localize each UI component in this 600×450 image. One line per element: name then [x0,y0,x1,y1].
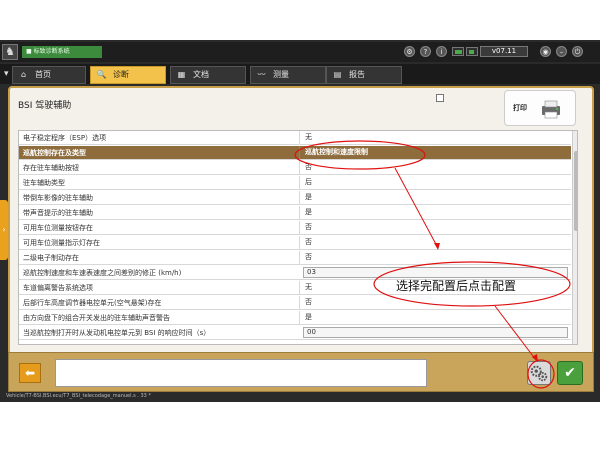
status-path: Vehicle/T7-BSI.BSI.ecu/T7_BSI_telecodage… [6,393,151,399]
back-button[interactable]: ⬅ [19,363,41,383]
home-icon: ⌂ [20,70,27,79]
tab-home[interactable]: ⌂ 首页 [12,66,86,84]
table-row[interactable]: 带声音提示的驻车辅助 是 [19,206,571,220]
diagnosis-icon: 🔍 [96,70,107,79]
scrollbar-thumb[interactable] [574,151,577,231]
param-value: 否 [299,161,571,174]
tab-report[interactable]: ▤ 报告 [326,66,402,84]
print-button[interactable]: 打印 [504,90,576,126]
param-label: 驻车辅助类型 [23,179,65,187]
param-label: 后部行车高度调节器电控单元(空气悬架)存在 [23,299,162,307]
param-label: 带倒车影像的驻车辅助 [23,194,93,202]
param-label: 电子稳定程序（ESP）选项 [23,134,107,142]
lion-logo-icon: ♞ [2,44,18,60]
param-label: 巡航控制存在及类型 [23,149,86,157]
param-value: 巡航控制和速度限制 [299,146,571,159]
network-icon[interactable]: ◉ [540,46,551,57]
tab-documents[interactable]: ▦ 文档 [170,66,246,84]
param-label: 存在驻车辅助按钮 [23,164,79,172]
tab-label: 诊断 [113,70,129,79]
option-checkbox[interactable] [436,94,444,102]
table-row[interactable]: 可用车位测量按钮存在 否 [19,221,571,235]
print-label: 打印 [513,104,527,112]
param-value: 后 [299,176,571,189]
table-row[interactable]: 当巡航控制打开时从发动机电控单元到 BSI 的响应时间（s） 00 [19,326,571,340]
checkmark-icon: ✔ [564,365,576,381]
status-bar: Vehicle/T7-BSI.BSI.ecu/T7_BSI_telecodage… [0,392,600,402]
power-icon[interactable]: ⏻ [572,46,583,57]
annotation-note: 选择完配置后点击配置 [396,279,517,293]
tab-measure[interactable]: 〰 测量 [250,66,326,84]
param-value: 否 [299,296,571,309]
param-value: 是 [299,206,571,219]
settings-icon[interactable]: ⚙ [404,46,415,57]
param-value: 否 [299,251,571,264]
tab-bar: ▾ ⌂ 首页 🔍 诊断 ▦ 文档 〰 测量 ▤ 报告 [0,64,600,84]
param-label: 可用车位测量按钮存在 [23,224,93,232]
help-icon[interactable]: ? [420,46,431,57]
info-icon[interactable]: i [436,46,447,57]
configure-button[interactable] [527,361,551,385]
battery-indicator [452,47,464,56]
tab-diagnosis[interactable]: 🔍 诊断 [90,66,166,84]
table-row[interactable]: 后部行车高度调节器电控单元(空气悬架)存在 否 [19,296,571,310]
app-title: ■ 标致诊断系统 [22,46,102,58]
table-row[interactable]: 二级电子制动存在 否 [19,251,571,265]
confirm-button[interactable]: ✔ [557,361,583,385]
tab-label: 首页 [35,70,51,79]
measure-icon: 〰 [257,70,266,79]
param-label: 巡航控制速度和车速表速度之间差别的修正 (km/h) [23,269,182,277]
tab-label: 文档 [193,70,209,79]
gears-icon [530,365,548,382]
param-label: 由方向盘下的组合开关发出的驻车辅助声音警告 [23,314,170,322]
report-icon: ▤ [333,70,342,79]
param-label: 带声音提示的驻车辅助 [23,209,93,217]
tab-label: 报告 [349,70,365,79]
arrow-left-icon: ⬅ [24,366,36,380]
param-label: 二级电子制动存在 [23,254,79,262]
document-icon: ▦ [177,70,186,79]
table-row[interactable]: 带倒车影像的驻车辅助 是 [19,191,571,205]
table-row-selected[interactable]: 巡航控制存在及类型 巡航控制和速度限制 [19,146,571,160]
bottom-toolbar: ⬅ ✔ [8,352,594,392]
main-panel: BSI 驾驶辅助 打印 电子稳定程序（ESP）选项 无 巡航控制存在及类型 巡航… [8,86,594,386]
param-label: 可用车位测量指示灯存在 [23,239,100,247]
table-row[interactable]: 存在驻车辅助按钮 否 [19,161,571,175]
param-value-input[interactable]: 00 [303,327,568,338]
table-row[interactable]: 可用车位测量指示灯存在 否 [19,236,571,250]
param-value: 否 [299,236,571,249]
printer-icon [542,100,560,119]
param-value: 是 [299,311,571,324]
table-row[interactable]: 驻车辅助类型 后 [19,176,571,190]
param-value: 是 [299,191,571,204]
minimize-icon[interactable]: – [556,46,567,57]
param-value: 否 [299,221,571,234]
parameter-table: 电子稳定程序（ESP）选项 无 巡航控制存在及类型 巡航控制和速度限制 存在驻车… [18,130,578,345]
table-row[interactable]: 由方向盘下的组合开关发出的驻车辅助声音警告 是 [19,311,571,325]
param-label: 当巡航控制打开时从发动机电控单元到 BSI 的响应时间（s） [23,329,211,337]
page-title: BSI 驾驶辅助 [18,101,72,111]
table-row[interactable]: 电子稳定程序（ESP）选项 无 [19,131,571,145]
signal-indicator [466,47,478,56]
message-box [55,359,427,387]
param-value: 无 [299,131,571,144]
chevron-down-icon[interactable]: ▾ [4,69,9,79]
table-scrollbar[interactable] [572,131,577,344]
tab-label: 测量 [273,70,289,79]
title-bar: ♞ ■ 标致诊断系统 ⚙ ? i v07.11 ◉ – ⏻ [0,42,600,62]
side-panel-handle[interactable]: › [0,200,8,260]
param-label: 车道偏离警告系统选项 [23,284,93,292]
version-label: v07.11 [480,46,528,57]
